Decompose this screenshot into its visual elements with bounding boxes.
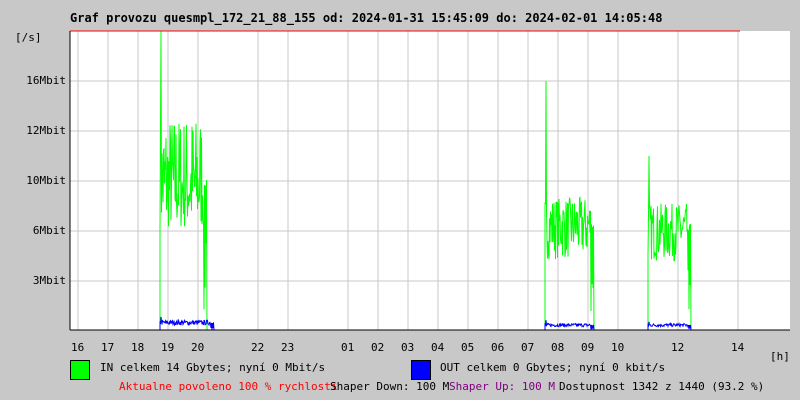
x-tick-label: 20 <box>191 341 205 354</box>
x-tick-label: 22 <box>251 341 265 354</box>
x-tick-label: 01 <box>341 341 355 354</box>
x-tick-label: 17 <box>101 341 115 354</box>
x-tick-label: 09 <box>581 341 595 354</box>
x-tick-label: 08 <box>551 341 565 354</box>
x-tick-label: 07 <box>521 341 535 354</box>
x-tick-label: 02 <box>371 341 385 354</box>
availability-text: Dostupnost 1342 z 1440 (93.2 %) <box>559 380 765 393</box>
traffic-chart <box>69 30 790 331</box>
x-tick-label: 19 <box>161 341 175 354</box>
x-tick-label: 12 <box>671 341 685 354</box>
legend-out-label: OUT celkem 0 Gbytes; nyní 0 kbit/s <box>440 361 666 374</box>
x-tick-label: 16 <box>71 341 85 354</box>
shaper-up-text: Shaper Up: 100 M <box>449 380 555 393</box>
x-tick-label: 23 <box>281 341 295 354</box>
x-tick-label: 10 <box>611 341 625 354</box>
legend-out-swatch <box>411 360 431 380</box>
y-tick-label: 12Mbit <box>26 124 66 137</box>
x-tick-label: 14 <box>731 341 745 354</box>
legend-in-swatch <box>70 360 90 380</box>
shaper-down-text: Shaper Down: 100 M <box>330 380 450 393</box>
x-tick-label: 06 <box>491 341 505 354</box>
allowed-speed-text: Aktualne povoleno 100 % rychlosti <box>119 380 338 393</box>
x-tick-label: 03 <box>401 341 415 354</box>
x-tick-label: 05 <box>461 341 475 354</box>
y-tick-label: 3Mbit <box>32 274 66 287</box>
y-tick-label: 6Mbit <box>32 224 66 237</box>
legend-in-label: IN celkem 14 Gbytes; nyní 0 Mbit/s <box>100 361 326 374</box>
y-tick-label: 16Mbit <box>26 74 66 87</box>
y-tick-label: 10Mbit <box>26 174 66 187</box>
x-tick-label: 18 <box>131 341 145 354</box>
x-tick-label: 04 <box>431 341 445 354</box>
